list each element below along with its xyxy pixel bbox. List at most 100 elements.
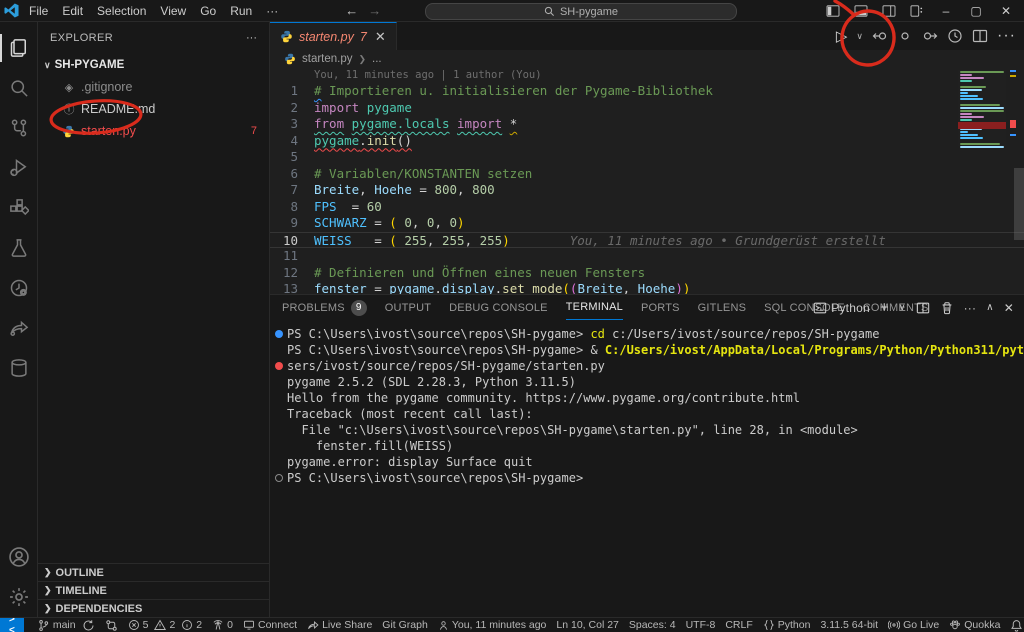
status-sql-connect[interactable]: Connect — [238, 619, 302, 631]
status-quokka[interactable]: Quokka — [944, 619, 1005, 631]
breadcrumb[interactable]: starten.py ❯ ... — [270, 50, 1024, 68]
activitybar-extensions[interactable] — [0, 188, 38, 228]
status-blame[interactable]: You, 11 minutes ago — [433, 619, 552, 631]
command-decoration-open[interactable] — [275, 474, 283, 482]
remote-indicator[interactable]: >< — [0, 618, 24, 632]
menu-view[interactable]: View — [153, 0, 193, 22]
status-problems[interactable]: 522 — [123, 619, 208, 631]
toggle-sidebar-icon[interactable] — [820, 0, 846, 22]
gitlens-history-icon[interactable] — [947, 28, 963, 44]
split-terminal-icon[interactable] — [916, 301, 930, 315]
toggle-panel-icon[interactable] — [848, 0, 874, 22]
activitybar-account[interactable] — [0, 537, 38, 577]
terminal-dropdown-chevron[interactable]: ∨ — [899, 302, 906, 313]
minimize-button[interactable]: – — [932, 0, 960, 22]
code-line-7[interactable]: 7Breite, Hoehe = 800, 800 — [270, 182, 1024, 199]
command-decoration-red[interactable] — [275, 362, 283, 370]
activitybar-search[interactable] — [0, 68, 38, 108]
panel-tab-ports[interactable]: PORTS — [641, 295, 680, 320]
terminal[interactable]: PS C:\Users\ivost\source\repos\SH-pygame… — [270, 320, 1024, 617]
activitybar-database[interactable] — [0, 348, 38, 388]
menu-run[interactable]: Run — [223, 0, 259, 22]
code-line-5[interactable]: 5 — [270, 149, 1024, 166]
status-python-version[interactable]: 3.11.5 64-bit — [815, 619, 883, 631]
run-dropdown-chevron[interactable]: ∨ — [856, 31, 863, 42]
status-cursor-position[interactable]: Ln 10, Col 27 — [551, 619, 623, 631]
gitlens-next-change-icon[interactable] — [922, 28, 938, 44]
panel-tab-output[interactable]: OUTPUT — [385, 295, 431, 320]
maximize-panel-icon[interactable]: ∧ — [986, 302, 994, 313]
customize-layout-icon[interactable] — [904, 0, 930, 22]
section-timeline[interactable]: ❯TIMELINE — [38, 581, 269, 599]
editor-scrollbar[interactable] — [1014, 168, 1024, 240]
code-line-13[interactable]: 13fenster = pygame.display.set_mode((Bre… — [270, 281, 1024, 294]
menu-file[interactable]: File — [22, 0, 55, 22]
explorer-more-actions[interactable]: ··· — [246, 32, 257, 44]
status-branch[interactable]: main — [32, 619, 100, 632]
status-feedback[interactable] — [1005, 619, 1024, 632]
activitybar-run-debug[interactable] — [0, 148, 38, 188]
tab-close-icon[interactable]: ✕ — [375, 29, 386, 45]
code-editor[interactable]: You, 11 minutes ago | 1 author (You) 1# … — [270, 68, 1024, 294]
status-git-graph[interactable]: Git Graph — [377, 619, 433, 631]
panel-tab-problems[interactable]: PROBLEMS9 — [282, 295, 367, 320]
code-line-1[interactable]: 1# Importieren u. initialisieren der Pyg… — [270, 83, 1024, 100]
activitybar-testing[interactable] — [0, 228, 38, 268]
panel-tab-gitlens[interactable]: GITLENS — [698, 295, 746, 320]
run-button[interactable]: ▷ — [836, 27, 848, 45]
nav-forward-icon[interactable]: → — [368, 3, 381, 18]
gitlens-prev-change-icon[interactable] — [872, 28, 888, 44]
command-center-search[interactable]: SH-pygame — [425, 3, 737, 20]
file-item--gitignore[interactable]: ◈.gitignore — [38, 76, 269, 98]
close-panel-icon[interactable]: ✕ — [1004, 301, 1014, 315]
code-line-10[interactable]: 10WEISS = ( 255, 255, 255)You, 11 minute… — [270, 232, 1024, 249]
status-encoding[interactable]: UTF-8 — [681, 619, 721, 631]
activitybar-settings[interactable] — [0, 577, 38, 617]
code-line-8[interactable]: 8FPS = 60 — [270, 199, 1024, 216]
file-item-starten-py[interactable]: starten.py7 — [38, 120, 269, 142]
status-git-compare[interactable] — [100, 619, 123, 632]
menu-edit[interactable]: Edit — [55, 0, 90, 22]
close-button[interactable]: ✕ — [992, 0, 1020, 22]
activitybar-source-control[interactable] — [0, 108, 38, 148]
status-go-live[interactable]: Go Live — [883, 619, 944, 631]
kill-terminal-icon[interactable] — [940, 301, 954, 315]
menu-selection[interactable]: Selection — [90, 0, 153, 22]
code-line-4[interactable]: 4pygame.init() — [270, 133, 1024, 150]
code-line-3[interactable]: 3from pygame.locals import * — [270, 116, 1024, 133]
nav-back-icon[interactable]: ← — [345, 3, 358, 18]
panel-tab-terminal[interactable]: TERMINAL — [566, 295, 623, 320]
file-item-README-md[interactable]: ⓘREADME.md — [38, 98, 269, 120]
section-dependencies[interactable]: ❯DEPENDENCIES — [38, 599, 269, 617]
code-line-2[interactable]: 2import pygame — [270, 100, 1024, 117]
code-line-9[interactable]: 9SCHWARZ = ( 0, 0, 0) — [270, 215, 1024, 232]
status-indentation[interactable]: Spaces: 4 — [624, 619, 681, 631]
panel-tab-debug-console[interactable]: DEBUG CONSOLE — [449, 295, 548, 320]
menu-go[interactable]: Go — [193, 0, 223, 22]
status-eol[interactable]: CRLF — [720, 619, 757, 631]
maximize-button[interactable]: ▢ — [962, 0, 990, 22]
menu-[interactable]: ··· — [259, 0, 285, 22]
more-actions[interactable]: ··· — [997, 27, 1016, 45]
status-language-mode[interactable]: Python — [758, 619, 816, 631]
minimap[interactable] — [958, 70, 1006, 146]
activitybar-git-graph[interactable] — [0, 308, 38, 348]
split-editor-icon[interactable] — [972, 28, 988, 44]
status-live-share[interactable]: Live Share — [302, 619, 377, 631]
terminal-shell-selector[interactable]: Python — [813, 301, 870, 315]
code-line-11[interactable]: 11 — [270, 248, 1024, 265]
tab-starten-py[interactable]: starten.py 7 ✕ — [270, 22, 397, 50]
status-ports[interactable]: 0 — [207, 619, 238, 631]
new-terminal-button[interactable]: + — [880, 299, 889, 316]
command-decoration-blue[interactable] — [275, 330, 283, 338]
section-outline[interactable]: ❯OUTLINE — [38, 563, 269, 581]
activitybar-explorer[interactable] — [0, 28, 38, 68]
code-line-6[interactable]: 6# Variablen/KONSTANTEN setzen — [270, 166, 1024, 183]
panel-more-actions[interactable]: ··· — [964, 301, 977, 315]
activitybar-gitlens[interactable] — [0, 268, 38, 308]
gitlens-change-icon[interactable] — [897, 28, 913, 44]
workspace-folder[interactable]: ∨ SH-PYGAME — [38, 54, 269, 76]
toggle-secondary-sidebar-icon[interactable] — [876, 0, 902, 22]
codelens-blame[interactable]: You, 11 minutes ago | 1 author (You) — [270, 68, 1024, 83]
code-line-12[interactable]: 12# Definieren und Öffnen eines neuen Fe… — [270, 265, 1024, 282]
